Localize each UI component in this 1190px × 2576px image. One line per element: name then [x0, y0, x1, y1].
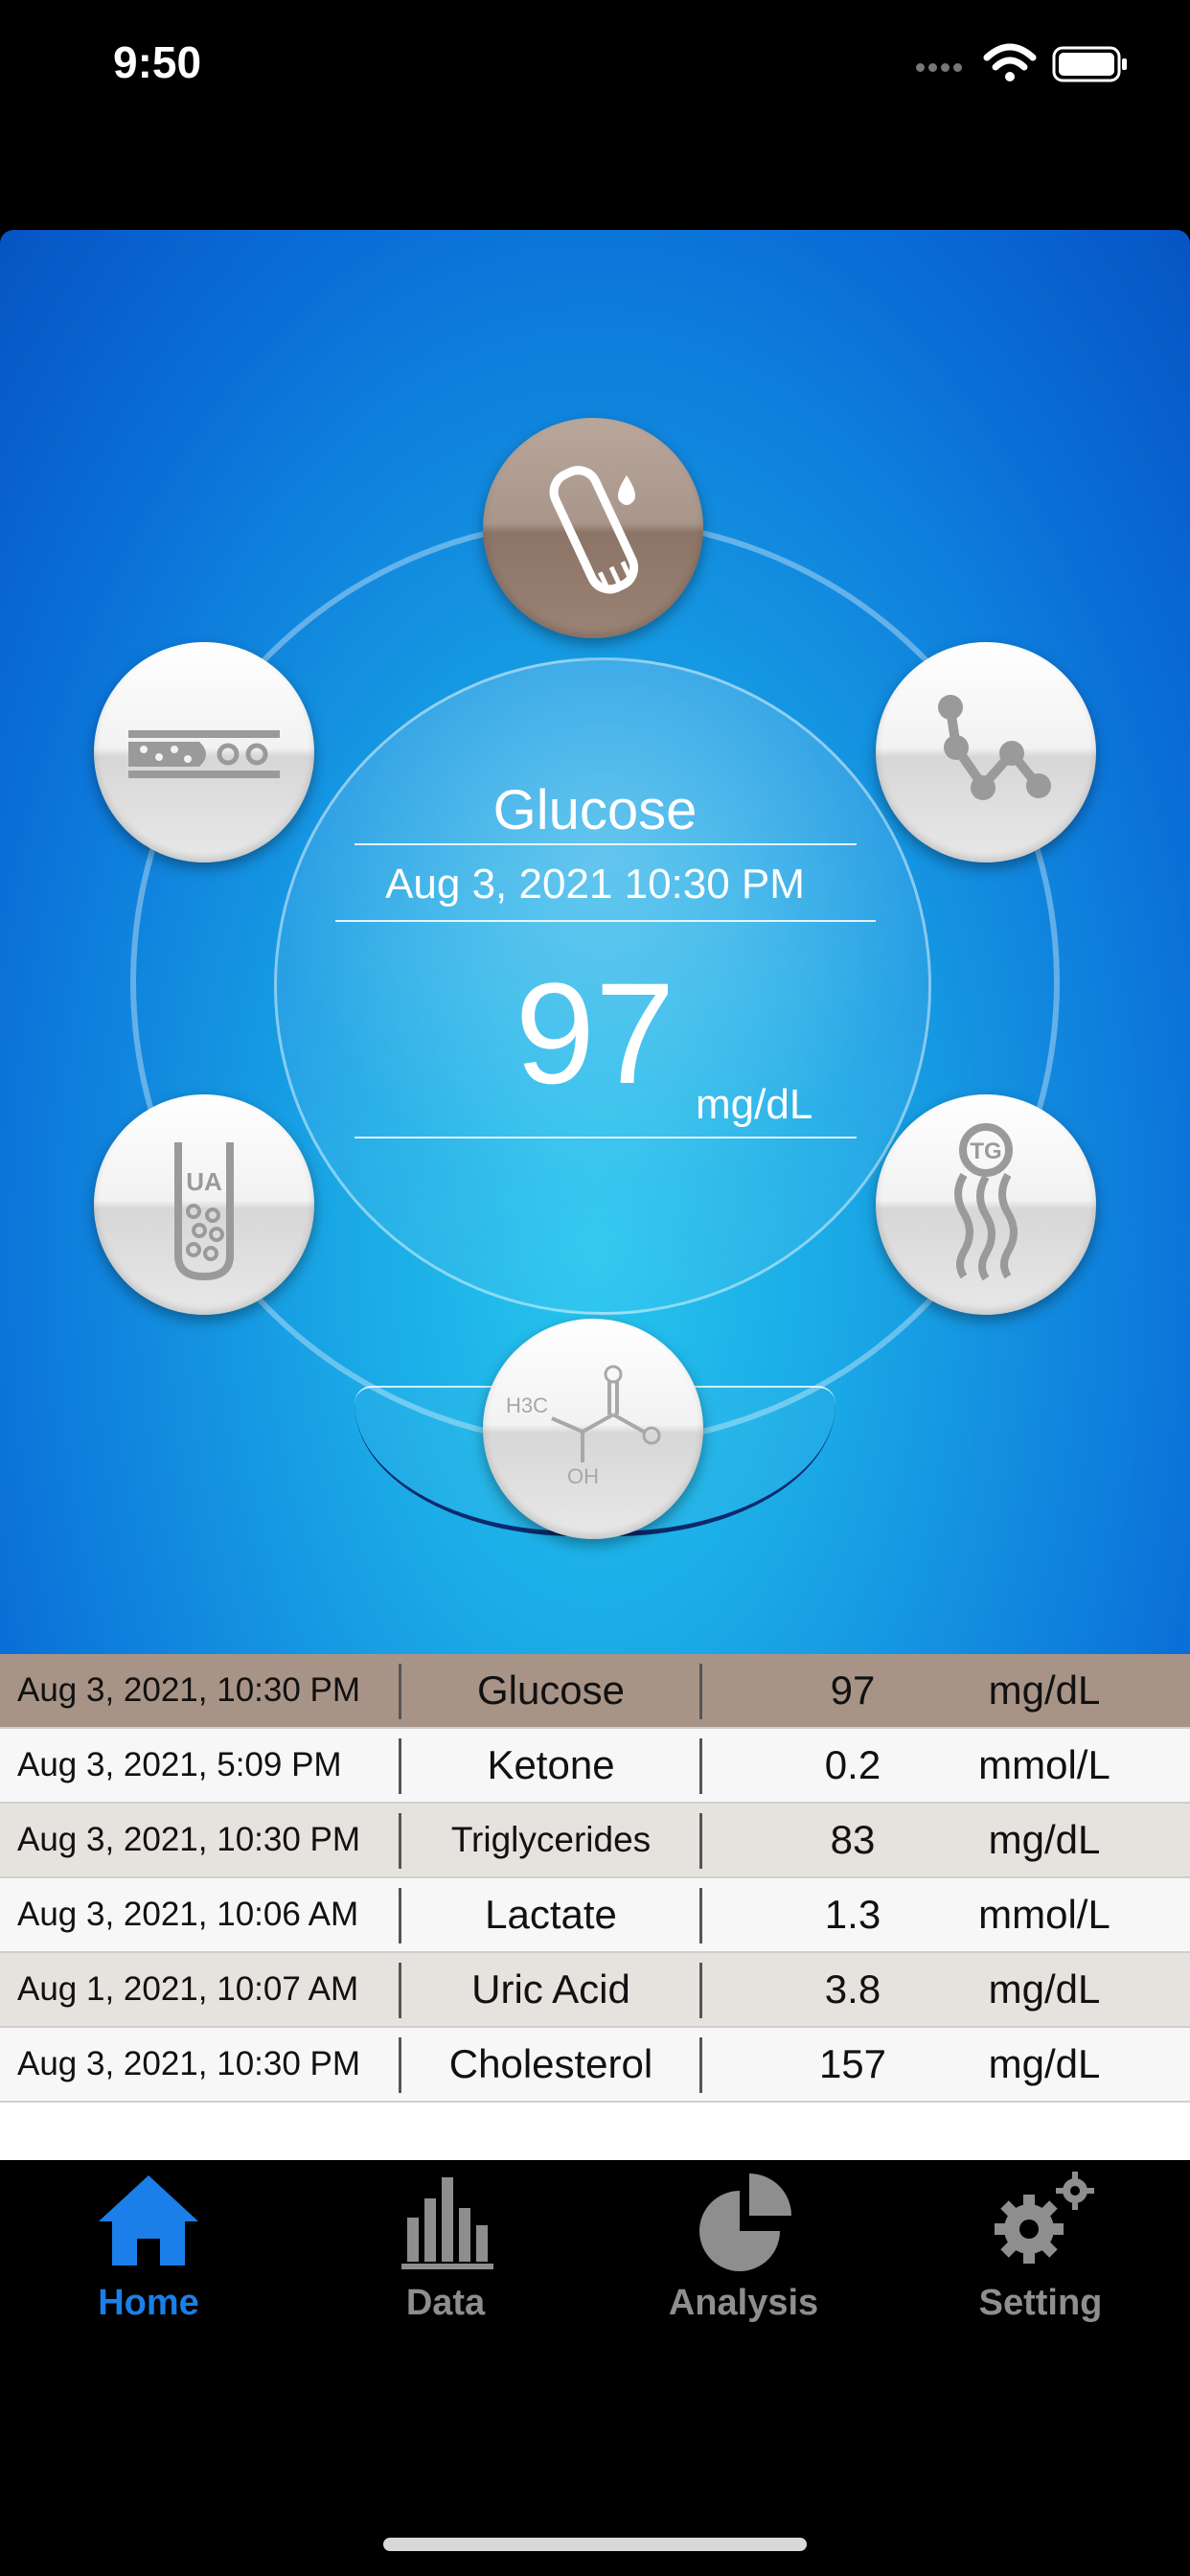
column-divider	[699, 2037, 702, 2093]
tab-setting[interactable]: Setting	[892, 2160, 1189, 2352]
table-row[interactable]: Aug 3, 2021, 10:06 AM Lactate 1.3 mmol/L	[0, 1878, 1190, 1953]
record-value: 0.2	[824, 1742, 881, 1787]
ua-label: UA	[186, 1167, 222, 1196]
status-time: 9:50	[113, 37, 202, 87]
test-strip-icon	[549, 466, 639, 594]
column-divider	[399, 1963, 401, 2018]
column-divider	[399, 2037, 401, 2093]
triglycerides-button[interactable]: TG	[876, 1094, 1096, 1315]
triglyceride-icon: TG	[954, 1123, 1018, 1281]
wifi-icon	[983, 43, 1037, 81]
record-unit: mmol/L	[978, 1892, 1110, 1937]
meter-panel: Glucose Aug 3, 2021 10:30 PM 97 mg/dL TG…	[0, 230, 1190, 1654]
column-divider	[699, 1738, 702, 1794]
record-unit: mg/dL	[988, 2041, 1101, 2086]
cholesterol-button[interactable]	[94, 642, 314, 862]
h3c-label: H3C	[506, 1393, 548, 1417]
column-divider	[399, 1888, 401, 1944]
record-value: 83	[830, 1817, 876, 1862]
record-date: Aug 3, 2021, 10:30 PM	[17, 1671, 361, 1709]
lactate-formula-icon: H3C OH	[506, 1365, 661, 1488]
bar-chart-icon	[401, 2177, 493, 2269]
reading-datetime: Aug 3, 2021 10:30 PM	[385, 861, 805, 908]
status-bar: 9:50	[0, 0, 1190, 134]
record-value: 3.8	[824, 1966, 881, 2012]
table-row[interactable]: Aug 1, 2021, 10:07 AM Uric Acid 3.8 mg/d…	[0, 1953, 1190, 2028]
home-icon	[99, 2175, 198, 2266]
battery-icon	[1052, 46, 1127, 82]
home-indicator[interactable]	[383, 2538, 807, 2551]
divider	[355, 843, 857, 845]
cellular-signal-icon	[916, 59, 970, 73]
column-divider	[699, 1963, 702, 2018]
uric-acid-button[interactable]: UA	[94, 1094, 314, 1315]
tab-data[interactable]: Data	[297, 2160, 594, 2352]
table-row[interactable]: Aug 3, 2021, 10:30 PM Glucose 97 mg/dL	[0, 1654, 1190, 1729]
tab-home[interactable]: Home	[0, 2160, 297, 2352]
record-test: Uric Acid	[471, 1966, 630, 2012]
record-value: 157	[818, 2041, 887, 2086]
table-row[interactable]: Aug 3, 2021, 5:09 PM Ketone 0.2 mmol/L	[0, 1729, 1190, 1804]
reading-value: 97	[515, 953, 675, 1114]
record-unit: mg/dL	[988, 1668, 1101, 1713]
tab-label: Home	[98, 2283, 199, 2323]
record-value: 97	[830, 1668, 876, 1713]
column-divider	[699, 1813, 702, 1869]
tab-bar: Home Data Analysis Setting	[0, 2160, 1190, 2352]
record-test: Glucose	[476, 1668, 626, 1713]
table-row[interactable]: Aug 3, 2021, 10:30 PM Cholesterol 157 mg…	[0, 2028, 1190, 2103]
record-test: Ketone	[487, 1742, 615, 1787]
tab-label: Setting	[978, 2283, 1103, 2323]
molecule-icon	[938, 695, 1051, 800]
lactate-button[interactable]: H3C OH	[483, 1319, 703, 1539]
test-tube-icon: UA	[174, 1142, 234, 1281]
ketone-button[interactable]	[876, 642, 1096, 862]
record-test: Lactate	[485, 1892, 617, 1937]
record-date: Aug 1, 2021, 10:07 AM	[17, 1970, 359, 2008]
tab-label: Analysis	[668, 2283, 819, 2323]
record-value: 1.3	[824, 1892, 881, 1937]
column-divider	[699, 1888, 702, 1944]
record-date: Aug 3, 2021, 5:09 PM	[17, 1746, 342, 1783]
pie-chart-icon	[699, 2174, 791, 2271]
column-divider	[399, 1813, 401, 1869]
record-test: Cholesterol	[448, 2041, 653, 2086]
divider	[335, 920, 876, 922]
records-table: Aug 3, 2021, 10:30 PM Glucose 97 mg/dL A…	[0, 1654, 1190, 2160]
gears-icon	[995, 2172, 1094, 2264]
divider	[355, 1137, 857, 1138]
column-divider	[399, 1664, 401, 1719]
tab-analysis[interactable]: Analysis	[595, 2160, 892, 2352]
reading-unit: mg/dL	[696, 1081, 813, 1128]
table-row[interactable]: Aug 3, 2021, 10:30 PM Triglycerides 83 m…	[0, 1804, 1190, 1878]
column-divider	[399, 1738, 401, 1794]
record-unit: mg/dL	[988, 1817, 1101, 1862]
record-unit: mmol/L	[978, 1742, 1110, 1787]
tg-label: TG	[970, 1138, 1001, 1164]
record-date: Aug 3, 2021, 10:06 AM	[17, 1896, 359, 1933]
record-date: Aug 3, 2021, 10:30 PM	[17, 1821, 361, 1858]
record-date: Aug 3, 2021, 10:30 PM	[17, 2045, 361, 2082]
artery-plaque-icon	[128, 730, 280, 778]
tab-label: Data	[405, 2283, 486, 2323]
glucose-strip-button[interactable]	[483, 418, 703, 638]
record-test: Triglycerides	[450, 1820, 652, 1859]
record-unit: mg/dL	[988, 1966, 1101, 2012]
column-divider	[699, 1664, 702, 1719]
oh-label: OH	[567, 1464, 599, 1488]
